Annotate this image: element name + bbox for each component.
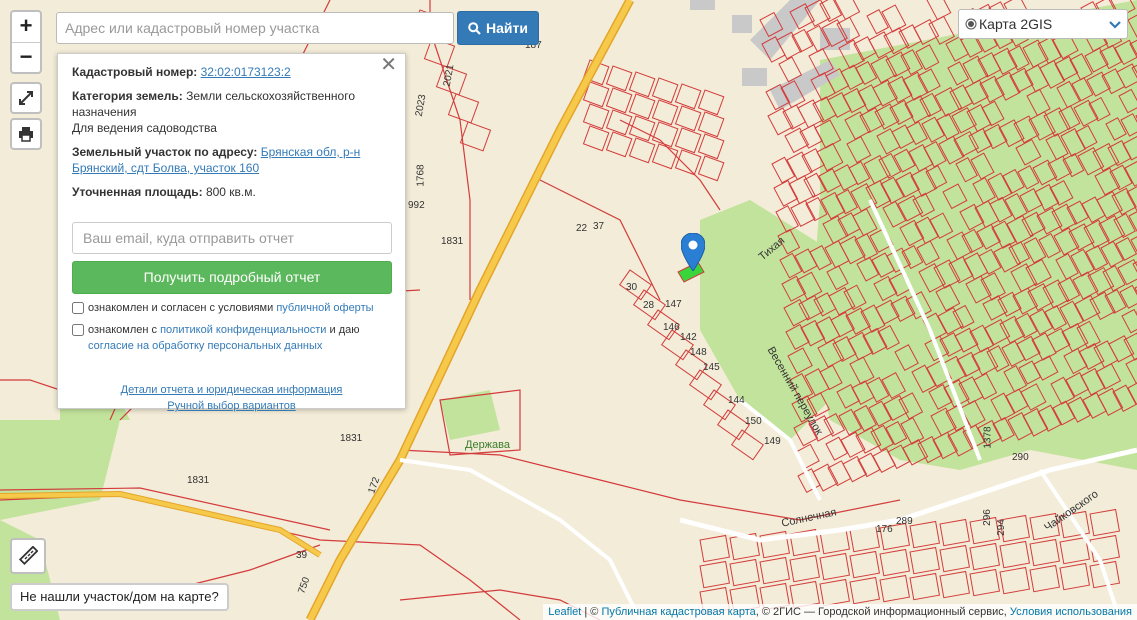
privacy-policy-link[interactable]: политикой конфиденциальности (160, 324, 326, 336)
privacy-consent-mid: и даю (329, 324, 360, 336)
map-layer-select[interactable]: Карта 2GIS (958, 9, 1128, 39)
printer-icon (19, 127, 33, 142)
pkk-link[interactable]: Публичная кадастровая карта (601, 606, 755, 618)
parcel-label: 142 (680, 332, 697, 343)
parcel-label: 1831 (441, 236, 464, 247)
email-input[interactable] (72, 222, 392, 254)
zoom-control: + − (10, 10, 42, 74)
land-category-row: Категория земель: Земли сельскохозяйстве… (72, 88, 391, 136)
map-layer-label: Карта 2GIS (979, 16, 1053, 32)
privacy-consent-text: ознакомлен с политикой конфиденциальност… (88, 322, 360, 354)
parcel-label: 28 (643, 300, 655, 311)
parcel-label: 147 (665, 299, 682, 310)
parcel-label: 1768 (415, 164, 427, 187)
offer-consent-checkbox[interactable] (72, 302, 84, 314)
area-value: 800 кв.м. (205, 185, 256, 199)
offer-consent-row: ознакомлен и согласен с условиями публич… (72, 300, 391, 316)
parcel-label: 1831 (340, 433, 363, 444)
map-attribution: Leaflet | © Публичная кадастровая карта,… (543, 604, 1137, 620)
terms-link[interactable]: Условия использования (1010, 606, 1132, 618)
personal-data-consent-link[interactable]: согласие на обработку персональных данны… (88, 340, 322, 352)
parcel-label: 30 (626, 282, 638, 293)
parcel-label: 296 (981, 509, 993, 526)
fullscreen-button[interactable] (10, 82, 42, 114)
parcel-label: 144 (728, 395, 745, 406)
parcel-info-panel: ✕ Кадастровый номер: 32:02:0173123:2 Кат… (57, 53, 406, 412)
cadastral-number-label: Кадастровый номер: (72, 65, 198, 79)
public-offer-link[interactable]: публичной оферты (276, 302, 373, 314)
land-category-label: Категория земель: (72, 89, 183, 103)
parcel-label: 149 (764, 436, 781, 447)
find-button[interactable]: Найти (457, 11, 539, 45)
privacy-consent-label: ознакомлен с (88, 324, 158, 336)
zoom-out-button[interactable]: − (12, 43, 40, 73)
parcel-label: 1831 (187, 475, 210, 486)
chevron-down-icon (1109, 16, 1121, 32)
address-label: Земельный участок по адресу: (72, 145, 258, 159)
land-usage-value: Для ведения садоводства (72, 121, 217, 135)
radio-icon (965, 18, 977, 30)
offer-consent-text: ознакомлен и согласен с условиями публич… (88, 300, 374, 316)
cadastral-number-row: Кадастровый номер: 32:02:0173123:2 (72, 64, 391, 80)
parcel-label: 1378 (982, 426, 994, 449)
attribution-sep: | © (584, 606, 599, 618)
search-input[interactable] (56, 12, 454, 44)
parcel-label: 37 (593, 221, 605, 232)
address-row: Земельный участок по адресу: Брянская об… (72, 144, 391, 176)
parcel-label: 150 (745, 416, 762, 427)
get-report-button[interactable]: Получить подробный отчет (72, 261, 392, 294)
panel-footer-links: Детали отчета и юридическая информация Р… (72, 382, 391, 414)
not-found-button[interactable]: Не нашли участок/дом на карте? (10, 583, 229, 611)
parcel-label: 289 (896, 516, 913, 527)
manual-selection-link[interactable]: Ручной выбор вариантов (167, 400, 295, 412)
parcel-label: 146 (663, 322, 680, 333)
report-details-link[interactable]: Детали отчета и юридическая информация (121, 384, 343, 396)
search-icon (468, 21, 481, 35)
zoom-in-button[interactable]: + (12, 12, 40, 43)
parcel-label: 992 (408, 200, 425, 211)
cadastral-number-link[interactable]: 32:02:0173123:2 (201, 65, 291, 79)
privacy-consent-row: ознакомлен с политикой конфиденциальност… (72, 322, 391, 354)
parcel-label: 22 (576, 223, 588, 234)
measure-button[interactable] (10, 538, 46, 574)
area-row: Уточненная площадь: 800 кв.м. (72, 184, 391, 200)
leaflet-link[interactable]: Leaflet (548, 606, 581, 618)
ruler-icon (18, 546, 38, 566)
expand-icon (19, 91, 33, 105)
parcel-label: 290 (1012, 452, 1029, 463)
parcel-label: 294 (995, 519, 1007, 536)
close-icon[interactable]: ✕ (380, 55, 397, 75)
print-button[interactable] (10, 118, 42, 150)
privacy-consent-checkbox[interactable] (72, 324, 84, 336)
road-label: 39 (296, 550, 308, 561)
find-button-label: Найти (486, 20, 528, 36)
area-label: Уточненная площадь: (72, 185, 203, 199)
parcel-label: 176 (876, 524, 893, 535)
parcel-label: 148 (690, 347, 707, 358)
attribution-2gis: , © 2ГИС — Городской информационный серв… (755, 606, 1007, 618)
map-label-derzhava: Держава (465, 439, 510, 451)
parcel-label: 145 (703, 362, 720, 373)
location-pin-icon[interactable] (681, 233, 705, 271)
offer-consent-label: ознакомлен и согласен с условиями (88, 302, 274, 314)
